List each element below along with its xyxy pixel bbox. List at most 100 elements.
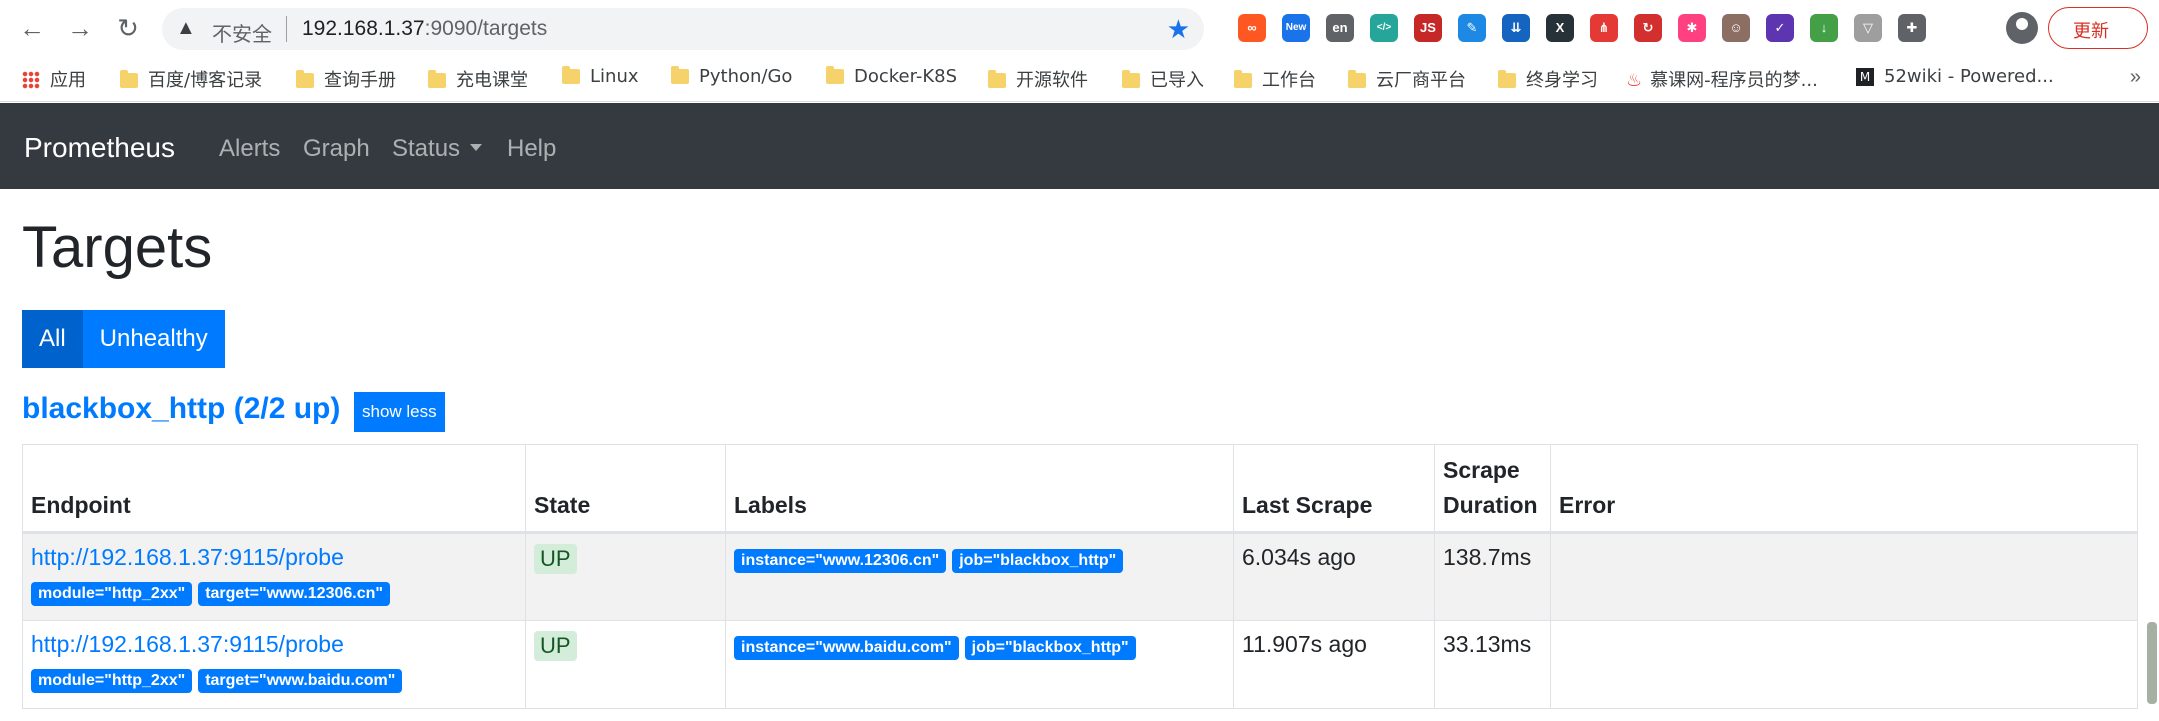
state-cell: UP [525,620,726,709]
feather-icon[interactable]: ✎ [1458,14,1486,42]
reload-icon[interactable]: ↻ [112,12,144,44]
folder-icon [1498,70,1516,88]
bookmark-star-icon[interactable]: ★ [1167,14,1190,45]
folder-icon [1234,70,1252,88]
column-header: Endpoint [22,444,526,534]
folder-icon [1348,70,1366,88]
label-badge: instance="www.baidu.com" [734,636,959,660]
bookmark-folder[interactable]: 开源软件 [988,66,1088,94]
bookmark-imooc[interactable]: ♨ 慕课网-程序员的梦... [1626,66,1818,94]
last-scrape-cell: 6.034s ago [1233,532,1435,621]
duration-cell: 138.7ms [1434,532,1551,621]
update-button[interactable]: 更新 [2048,7,2148,49]
duration-cell: 33.13ms [1434,620,1551,709]
prometheus-navbar: Prometheus Alerts Graph Status Help [0,103,2159,189]
page-title: Targets [22,215,213,280]
table-header-row: Endpoint State Labels Last Scrape Scrape… [22,444,2138,534]
folder-icon [1122,70,1140,88]
endpoint-cell: http://192.168.1.37:9115/probe module="h… [22,532,526,621]
bookmark-folder[interactable]: 已导入 [1122,66,1204,94]
forward-arrow-icon[interactable]: → [64,12,96,44]
code-icon[interactable]: </> [1370,14,1398,42]
nav-status[interactable]: Status [392,135,483,163]
table-row: http://192.168.1.37:9115/probe module="h… [22,620,2138,709]
bookmark-folder[interactable]: 百度/博客记录 [120,66,262,94]
state-badge: UP [534,544,577,574]
endpoint-link[interactable]: http://192.168.1.37:9115/probe [31,631,517,658]
column-header: Last Scrape [1233,444,1435,534]
folder-icon [562,66,580,84]
pool-heading[interactable]: blackbox_http (2/2 up) [22,392,340,426]
profile-avatar-icon[interactable] [2006,12,2038,44]
filter-button-group: All Unhealthy [22,310,225,368]
bookmarks-overflow-icon[interactable]: » [2130,66,2141,89]
save-icon[interactable]: ↓ [1810,14,1838,42]
column-header: State [525,444,726,534]
last-scrape-cell: 11.907s ago [1233,620,1435,709]
folder-icon [428,70,446,88]
bookmark-folder[interactable]: 终身学习 [1498,66,1598,94]
sitemap-icon[interactable]: ⋔ [1590,14,1618,42]
filter-unhealthy-button[interactable]: Unhealthy [82,310,225,368]
column-header: Error [1550,444,2138,534]
nav-graph[interactable]: Graph [303,135,370,163]
apps-grid-icon [22,71,40,89]
filter-all-button[interactable]: All [22,310,83,368]
wiki-icon: M [1856,68,1874,86]
new-badge-icon[interactable]: New [1282,14,1310,42]
state-cell: UP [525,532,726,621]
bookmarks-bar: 应用 百度/博客记录 查询手册 充电课堂 Linux Python/Go Doc… [0,58,2159,102]
check-icon[interactable]: ✓ [1766,14,1794,42]
js-icon[interactable]: JS [1414,14,1442,42]
download-icon[interactable]: ⇊ [1502,14,1530,42]
folder-icon [826,66,844,84]
folder-icon [120,70,138,88]
bookmark-52wiki[interactable]: M 52wiki - Powered... [1856,66,2054,94]
pinwheel-icon[interactable]: ✱ [1678,14,1706,42]
address-bar[interactable]: ▲ 不安全 192.168.1.37:9090/targets ★ [162,8,1204,50]
vue-icon[interactable]: ▽ [1854,14,1882,42]
column-header: Scrape Duration [1434,444,1551,534]
caret-down-icon [470,144,483,151]
face-icon[interactable]: ☺ [1722,14,1750,42]
folder-icon [296,70,314,88]
targets-table: Endpoint State Labels Last Scrape Scrape… [22,444,2138,709]
back-arrow-icon[interactable]: ← [16,12,48,44]
refresh-icon[interactable]: ↻ [1634,14,1662,42]
url-text[interactable]: 192.168.1.37:9090/targets [302,17,547,41]
translate-icon[interactable]: en [1326,14,1354,42]
param-badge: module="http_2xx" [31,582,193,606]
browser-toolbar: ← → ↻ ▲ 不安全 192.168.1.37:9090/targets ★ … [0,0,2159,58]
labels-cell: instance="www.baidu.com" job="blackbox_ht… [725,620,1234,709]
infinity-icon[interactable]: ∞ [1238,14,1266,42]
param-badge: target="www.12306.cn" [198,582,390,606]
show-less-button[interactable]: show less [354,392,445,432]
warning-icon[interactable]: ▲ [176,17,196,40]
bookmark-folder[interactable]: Python/Go [671,66,792,94]
nav-help[interactable]: Help [507,135,556,163]
bookmark-folder[interactable]: 云厂商平台 [1348,66,1466,94]
folder-icon [988,70,1006,88]
bookmark-folder[interactable]: Linux [562,66,639,94]
label-badge: instance="www.12306.cn" [734,549,947,573]
bookmark-folder[interactable]: 查询手册 [296,66,396,94]
puzzle-icon[interactable]: ✚ [1898,14,1926,42]
bookmark-folder[interactable]: 充电课堂 [428,66,528,94]
endpoint-link[interactable]: http://192.168.1.37:9115/probe [31,544,517,571]
param-badge: module="http_2xx" [31,669,193,693]
state-badge: UP [534,631,577,661]
insecure-label[interactable]: 不安全 [212,18,272,47]
bookmark-folder[interactable]: Docker-K8S [826,66,957,94]
nav-alerts[interactable]: Alerts [219,135,280,163]
error-cell [1550,620,2138,709]
param-badge: target="www.baidu.com" [198,669,403,693]
scrollbar-thumb[interactable] [2147,622,2157,704]
labels-cell: instance="www.12306.cn" job="blackbox_htt… [725,532,1234,621]
x-icon[interactable]: X [1546,14,1574,42]
label-badge: job="blackbox_http" [952,549,1124,573]
bookmark-folder[interactable]: 工作台 [1234,66,1316,94]
fire-icon: ♨ [1626,70,1643,91]
error-cell [1550,532,2138,621]
bookmark-apps[interactable]: 应用 [22,66,86,94]
brand-link[interactable]: Prometheus [24,132,175,164]
